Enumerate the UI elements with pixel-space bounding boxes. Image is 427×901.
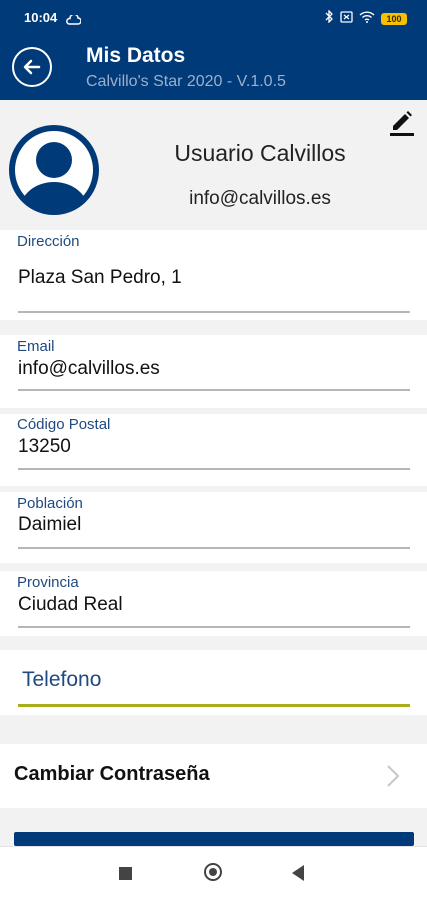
system-nav-bar <box>0 846 427 901</box>
province-underline <box>18 626 410 628</box>
town-field[interactable]: Población Daimiel <box>0 492 427 563</box>
back-button[interactable] <box>12 47 52 87</box>
page-title: Mis Datos <box>86 44 186 67</box>
address-field[interactable]: Dirección Plaza San Pedro, 1 <box>0 230 427 320</box>
profile-header: Usuario Calvillos info@calvillos.es <box>0 100 427 230</box>
status-bar: 10:04 100 <box>0 0 427 30</box>
province-field[interactable]: Provincia Ciudad Real <box>0 571 427 636</box>
phone-input[interactable]: Telefono <box>22 668 101 692</box>
arrow-left-icon <box>23 59 41 75</box>
address-label: Dirección <box>17 233 80 250</box>
province-label: Provincia <box>17 574 79 591</box>
bluetooth-icon <box>325 9 334 28</box>
phone-underline <box>18 704 410 707</box>
cloud-icon <box>65 12 82 30</box>
status-icons: 100 <box>325 9 407 28</box>
bottom-bar <box>14 832 414 846</box>
email-value[interactable]: info@calvillos.es <box>18 358 160 380</box>
sim-icon <box>340 10 353 28</box>
battery-icon: 100 <box>381 13 407 25</box>
app-bar: Mis Datos Calvillo's Star 2020 - V.1.0.5 <box>0 30 427 100</box>
change-password-button[interactable]: Cambiar Contraseña <box>0 744 427 808</box>
separator <box>0 320 427 335</box>
back-triangle-icon[interactable] <box>292 865 304 881</box>
email-underline <box>18 389 410 391</box>
user-email: info@calvillos.es <box>189 188 331 209</box>
address-value[interactable]: Plaza San Pedro, 1 <box>18 267 182 289</box>
separator <box>0 715 427 744</box>
separator <box>0 636 427 650</box>
user-name: Usuario Calvillos <box>174 140 346 166</box>
home-icon[interactable] <box>204 863 222 881</box>
address-underline <box>18 311 410 313</box>
wifi-icon <box>359 10 375 28</box>
postal-code-underline <box>18 468 410 470</box>
separator <box>0 563 427 571</box>
email-field[interactable]: Email info@calvillos.es <box>0 335 427 408</box>
page-subtitle: Calvillo's Star 2020 - V.1.0.5 <box>86 73 286 90</box>
change-password-label: Cambiar Contraseña <box>14 763 210 785</box>
postal-code-field[interactable]: Código Postal 13250 <box>0 414 427 486</box>
province-value[interactable]: Ciudad Real <box>18 594 123 616</box>
town-label: Población <box>17 495 83 512</box>
postal-code-value[interactable]: 13250 <box>18 436 71 458</box>
recent-apps-icon[interactable] <box>119 867 132 880</box>
chevron-right-icon <box>386 764 400 793</box>
town-value[interactable]: Daimiel <box>18 514 81 536</box>
town-underline <box>18 547 410 549</box>
email-label: Email <box>17 338 55 355</box>
avatar <box>8 124 100 216</box>
pencil-icon <box>390 111 414 136</box>
user-avatar-icon <box>9 125 99 215</box>
edit-button[interactable] <box>388 108 416 136</box>
status-time: 10:04 <box>24 10 58 25</box>
postal-code-label: Código Postal <box>17 416 111 433</box>
